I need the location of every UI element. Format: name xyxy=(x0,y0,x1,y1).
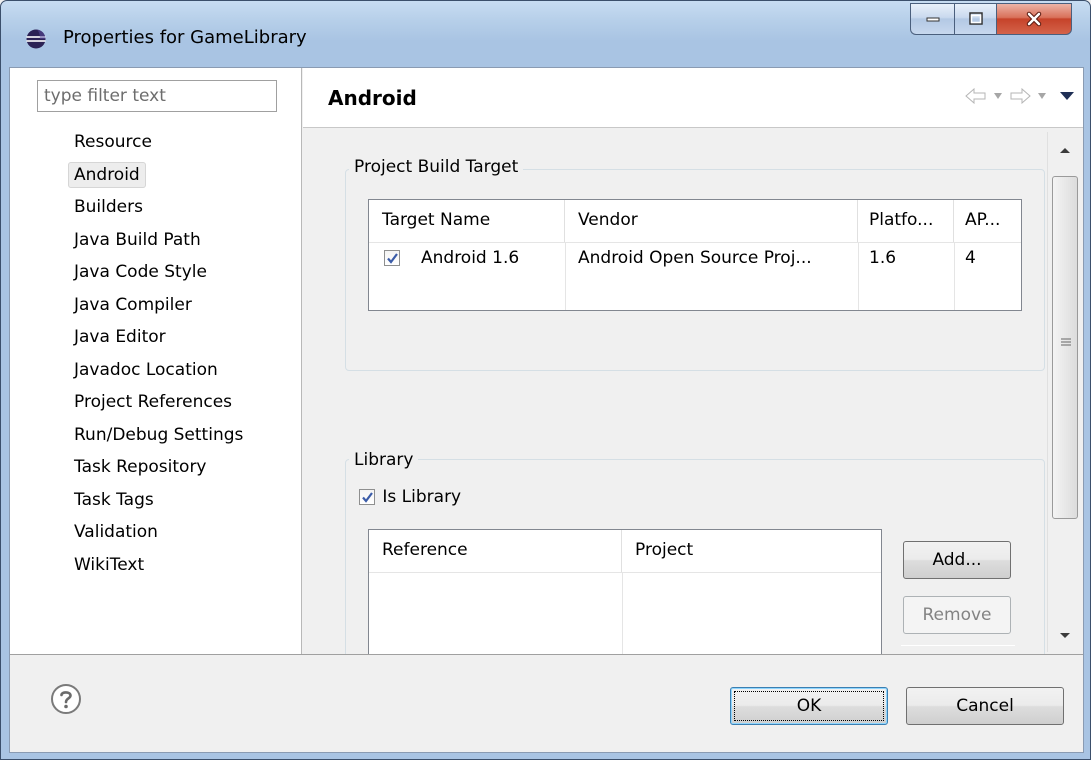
tree-item-label: Android xyxy=(68,161,146,188)
tree-item-java-editor[interactable]: Java Editor xyxy=(68,321,249,354)
tree-item-label: Builders xyxy=(74,197,143,217)
column-vendor[interactable]: Vendor xyxy=(565,200,858,242)
tree-item-android[interactable]: Android xyxy=(68,159,249,192)
tree-item-project-references[interactable]: Project References xyxy=(68,386,249,419)
preference-tree: Resource Android Builders Java Build Pat… xyxy=(68,126,249,581)
tree-item-label: Task Repository xyxy=(74,457,207,477)
properties-dialog: Properties for GameLibrary type filter t… xyxy=(0,0,1091,760)
cell-target-name: Android 1.6 xyxy=(421,248,520,268)
page-content: Project Build Target Target Name Vendor … xyxy=(303,129,1083,654)
cell-api: 4 xyxy=(965,248,976,268)
column-reference[interactable]: Reference xyxy=(369,530,622,572)
title-bar[interactable]: Properties for GameLibrary xyxy=(1,1,1090,67)
tree-item-label: Project References xyxy=(74,392,233,412)
tree-item-java-code-style[interactable]: Java Code Style xyxy=(68,256,249,289)
tree-item-label: Resource xyxy=(74,132,152,152)
is-library-label: Is Library xyxy=(382,487,462,507)
is-library-checkbox[interactable] xyxy=(359,489,375,505)
cell-vendor: Android Open Source Proj... xyxy=(578,248,812,268)
column-divider xyxy=(622,572,623,654)
column-api[interactable]: AP... xyxy=(954,200,1021,242)
tree-item-validation[interactable]: Validation xyxy=(68,516,249,549)
forward-dropdown-icon[interactable] xyxy=(1037,92,1047,100)
dialog-footer: OK Cancel xyxy=(10,654,1083,752)
help-icon[interactable] xyxy=(50,683,82,715)
view-menu-icon[interactable] xyxy=(1059,91,1075,101)
close-button[interactable] xyxy=(996,3,1072,35)
button-separator xyxy=(901,645,1015,646)
ok-button[interactable]: OK xyxy=(730,687,888,725)
column-target-name[interactable]: Target Name xyxy=(369,200,565,242)
tree-item-label: Java Code Style xyxy=(74,262,207,282)
build-target-group-label: Project Build Target xyxy=(349,157,524,177)
checkmark-icon xyxy=(362,492,373,503)
tree-item-java-compiler[interactable]: Java Compiler xyxy=(68,289,249,322)
tree-item-label: WikiText xyxy=(74,554,145,575)
tree-item-run-debug-settings[interactable]: Run/Debug Settings xyxy=(68,419,249,452)
cell-platform: 1.6 xyxy=(869,248,897,268)
scroll-thumb[interactable] xyxy=(1052,176,1078,519)
grip-icon xyxy=(1061,338,1071,346)
filter-input[interactable] xyxy=(37,80,277,112)
preference-nav-pane: Resource Android Builders Java Build Pat… xyxy=(10,68,302,654)
dialog-client-area: Resource Android Builders Java Build Pat… xyxy=(9,67,1084,753)
library-group-label: Library xyxy=(349,450,419,470)
tree-item-label: Javadoc Location xyxy=(74,359,218,380)
add-library-button[interactable]: Add... xyxy=(903,541,1011,579)
back-dropdown-icon[interactable] xyxy=(993,92,1003,100)
header-divider xyxy=(369,572,881,573)
tree-item-task-repository[interactable]: Task Repository xyxy=(68,451,249,484)
tree-item-label: Java Editor xyxy=(74,327,166,347)
minimize-button[interactable] xyxy=(910,3,954,35)
tree-item-label: Task Tags xyxy=(74,489,154,510)
column-platform[interactable]: Platfo... xyxy=(858,200,954,242)
table-row[interactable]: Android 1.6 Android Open Source Proj... … xyxy=(369,244,1021,274)
page-header: Android xyxy=(303,68,1083,128)
vertical-scrollbar[interactable] xyxy=(1047,132,1081,652)
window-title: Properties for GameLibrary xyxy=(63,27,307,48)
history-nav xyxy=(965,88,1075,104)
tree-item-java-build-path[interactable]: Java Build Path xyxy=(68,224,249,257)
caption-buttons xyxy=(910,3,1072,35)
close-icon xyxy=(1026,11,1042,27)
tree-item-resource[interactable]: Resource xyxy=(68,126,249,159)
column-project[interactable]: Project xyxy=(622,530,881,572)
maximize-button[interactable] xyxy=(954,3,996,35)
library-reference-table[interactable]: Reference Project xyxy=(368,529,882,654)
scroll-down-icon[interactable] xyxy=(1059,632,1071,640)
page-title: Android xyxy=(328,86,417,110)
header-divider xyxy=(369,242,1021,243)
preference-page: Android Project Build Target Target Name… xyxy=(303,68,1083,654)
forward-arrow-icon[interactable] xyxy=(1009,88,1031,104)
tree-item-wikitext[interactable]: WikiText xyxy=(68,549,249,582)
is-library-checkbox-row[interactable]: Is Library xyxy=(359,487,461,507)
eclipse-icon xyxy=(26,29,46,49)
scroll-up-icon[interactable] xyxy=(1059,146,1071,154)
tree-item-javadoc-location[interactable]: Javadoc Location xyxy=(68,354,249,387)
tree-item-label: Java Compiler xyxy=(74,294,192,315)
build-target-table[interactable]: Target Name Vendor Platfo... AP... Andro… xyxy=(368,199,1022,311)
tree-item-label: Java Build Path xyxy=(74,229,201,250)
minimize-icon xyxy=(926,17,939,22)
maximize-icon xyxy=(968,12,983,25)
target-checkbox[interactable] xyxy=(384,250,400,266)
ok-button-label: OK xyxy=(734,691,884,721)
tree-item-label: Run/Debug Settings xyxy=(74,424,244,445)
cancel-button[interactable]: Cancel xyxy=(906,687,1064,725)
tree-item-builders[interactable]: Builders xyxy=(68,191,249,224)
remove-library-button[interactable]: Remove xyxy=(903,596,1011,634)
tree-item-task-tags[interactable]: Task Tags xyxy=(68,484,249,517)
tree-item-label: Validation xyxy=(74,522,158,542)
back-arrow-icon[interactable] xyxy=(965,88,987,104)
checkmark-icon xyxy=(387,253,398,264)
